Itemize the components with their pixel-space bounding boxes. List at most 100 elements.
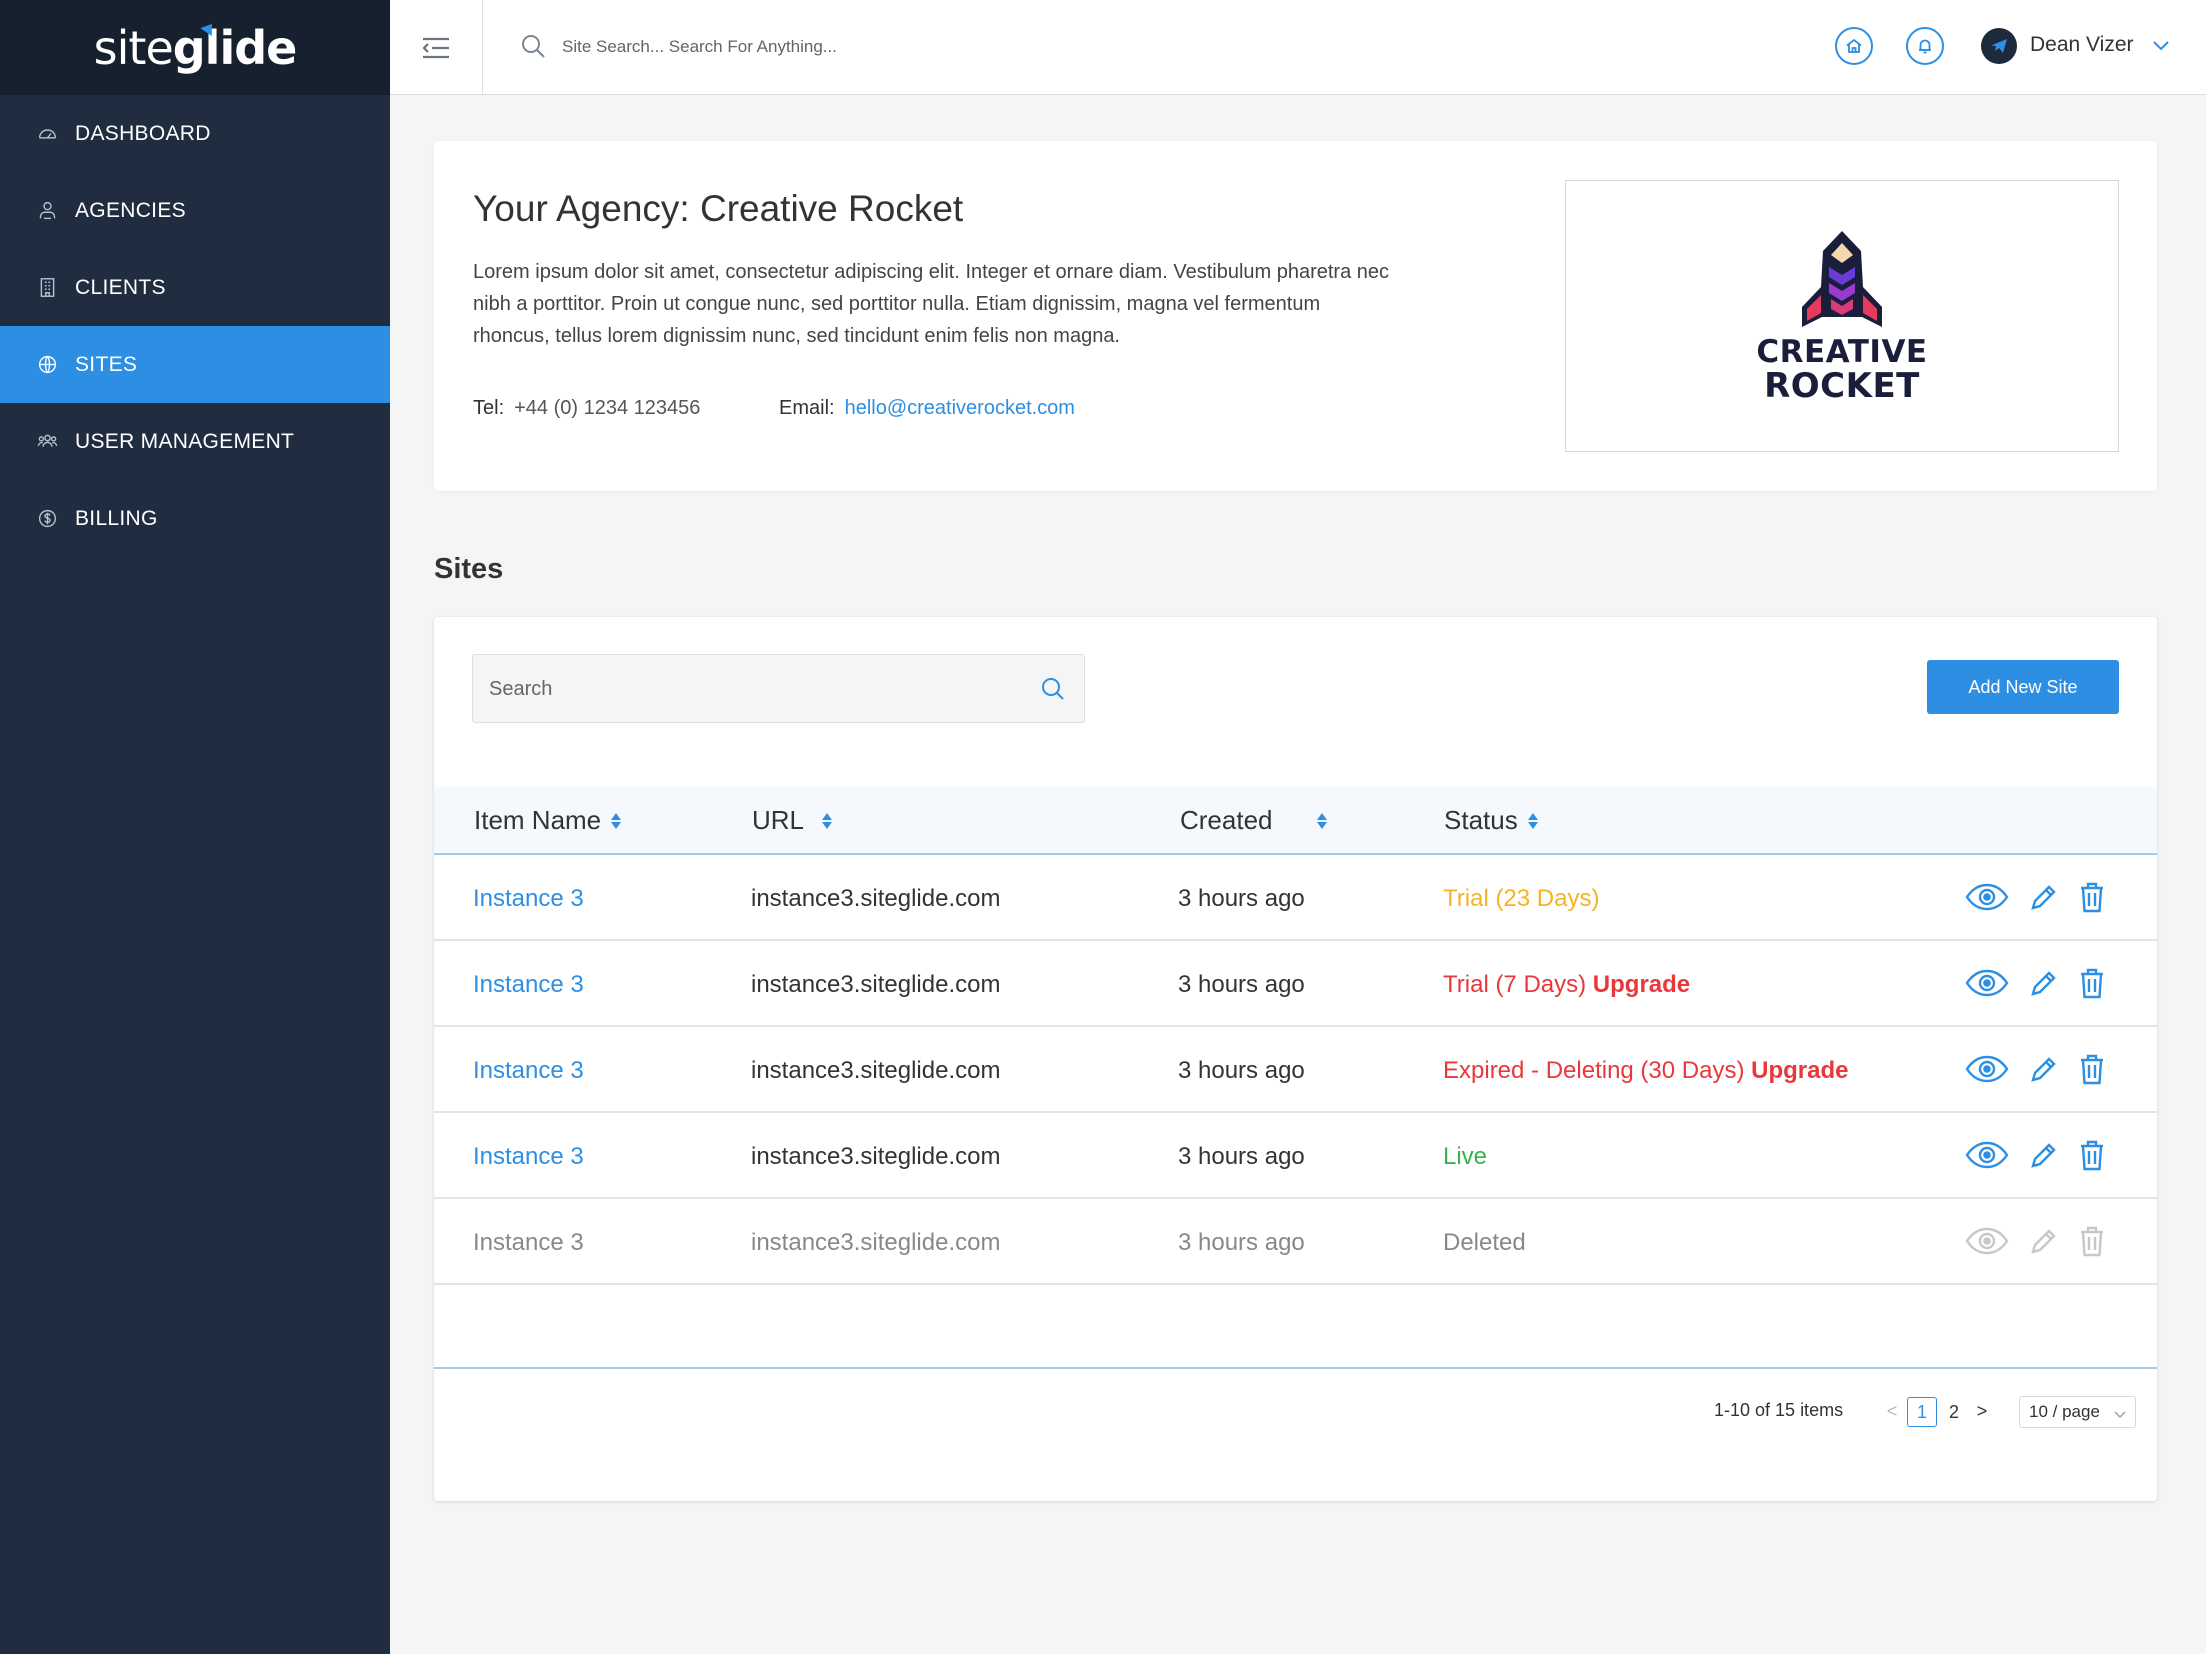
agency-description: Lorem ipsum dolor sit amet, consectetur … <box>473 261 1390 347</box>
home-icon <box>1846 38 1862 53</box>
site-name: Instance 3 <box>473 1229 584 1256</box>
row-actions <box>1965 1051 2107 1087</box>
column-header-created[interactable]: Created <box>1180 805 1327 836</box>
column-header-url[interactable]: URL <box>752 805 833 836</box>
sidebar-item-label: CLIENTS <box>75 275 166 299</box>
pagination-page-1[interactable]: 1 <box>1907 1397 1937 1427</box>
status-text: Deleted <box>1443 1229 1526 1256</box>
paper-plane-icon <box>1991 39 2007 53</box>
sidebar-item-clients[interactable]: CLIENTS <box>0 249 390 326</box>
logo-line-1: CREATIVE <box>1756 334 1928 370</box>
tel-value: +44 (0) 1234 123456 <box>514 397 701 419</box>
email-link[interactable]: hello@creativerocket.com <box>845 397 1075 419</box>
view-eye-icon[interactable] <box>1965 879 2009 915</box>
site-name-link[interactable]: Instance 3 <box>473 971 584 999</box>
sidebar-item-label: BILLING <box>75 506 158 530</box>
edit-pencil-icon[interactable] <box>2027 965 2061 1001</box>
agencies-icon <box>36 200 58 222</box>
sidebar-item-label: USER MANAGEMENT <box>75 429 295 453</box>
sidebar-item-dashboard[interactable]: DASHBOARD <box>0 95 390 172</box>
chevron-down-icon[interactable] <box>2152 38 2170 52</box>
sidebar-item-user-management[interactable]: USER MANAGEMENT <box>0 403 390 480</box>
sidebar-item-agencies[interactable]: AGENCIES <box>0 172 390 249</box>
agency-logo: CREATIVE ROCKET <box>1565 180 2119 452</box>
sites-search-input[interactable] <box>489 673 1009 705</box>
pagination-page-2[interactable]: 2 <box>1942 1397 1966 1427</box>
column-label: Status <box>1444 805 1518 835</box>
search-icon[interactable] <box>1040 676 1066 702</box>
edit-pencil-icon[interactable] <box>2027 879 2061 915</box>
page-size-value: 10 / page <box>2029 1402 2100 1421</box>
sort-icon[interactable] <box>1527 812 1538 829</box>
home-button[interactable] <box>1835 27 1873 65</box>
chevron-down-icon <box>2114 1405 2126 1419</box>
notifications-button[interactable] <box>1906 27 1944 65</box>
sidebar-nav: DASHBOARD AGENCIES CLIENTS SITES USER MA… <box>0 95 390 557</box>
sidebar-item-sites[interactable]: SITES <box>0 326 390 403</box>
status-text: Trial (23 Days) <box>1443 885 1600 912</box>
delete-trash-icon[interactable] <box>2077 879 2107 915</box>
dashboard-icon <box>36 123 58 145</box>
user-name[interactable]: Dean Vizer <box>2030 33 2134 57</box>
site-name-link[interactable]: Instance 3 <box>473 1143 584 1171</box>
agency-email: Email: hello@creativerocket.com <box>779 397 1075 420</box>
sort-icon[interactable] <box>1316 812 1327 829</box>
delete-trash-icon[interactable] <box>2077 1051 2107 1087</box>
add-new-site-button[interactable]: Add New Site <box>1927 660 2119 714</box>
column-label: URL <box>752 805 805 835</box>
sidebar-item-label: AGENCIES <box>75 198 186 222</box>
delete-trash-icon <box>2077 1223 2107 1259</box>
collapse-menu-icon <box>422 37 449 58</box>
dollar-icon <box>36 508 58 530</box>
view-eye-icon[interactable] <box>1965 965 2009 1001</box>
search-icon[interactable] <box>520 33 546 59</box>
site-url: instance3.siteglide.com <box>751 1229 1001 1256</box>
top-bar: Dean Vizer <box>390 0 2206 95</box>
upgrade-link[interactable]: Upgrade <box>1593 971 1690 998</box>
edit-pencil-icon[interactable] <box>2027 1137 2061 1173</box>
delete-trash-icon[interactable] <box>2077 965 2107 1001</box>
logo-area[interactable]: siteglide <box>0 0 390 95</box>
building-icon <box>36 277 58 299</box>
global-search-input[interactable] <box>562 28 1162 66</box>
table-row: Instance 3 instance3.siteglide.com 3 hou… <box>434 1027 2157 1113</box>
sidebar-item-billing[interactable]: BILLING <box>0 480 390 557</box>
sites-heading: Sites <box>434 553 504 585</box>
agency-tel: Tel: +44 (0) 1234 123456 <box>473 397 700 420</box>
column-header-status[interactable]: Status <box>1444 805 1538 836</box>
site-name-link[interactable]: Instance 3 <box>473 1057 584 1085</box>
sort-icon[interactable] <box>611 812 622 829</box>
column-label: Created <box>1180 805 1273 835</box>
sort-icon[interactable] <box>822 812 833 829</box>
row-actions <box>1965 965 2107 1001</box>
column-header-item-name[interactable]: Item Name <box>474 805 622 836</box>
sidebar-item-label: SITES <box>75 352 138 376</box>
agency-card: Your Agency: Creative Rocket Lorem ipsum… <box>434 141 2157 491</box>
delete-trash-icon[interactable] <box>2077 1137 2107 1173</box>
rocket-icon <box>1802 231 1882 327</box>
site-status: Expired - Deleting (30 Days) Upgrade <box>1443 1057 1848 1085</box>
user-avatar[interactable] <box>1981 28 2017 64</box>
site-created: 3 hours ago <box>1178 1229 1305 1256</box>
edit-pencil-icon <box>2027 1223 2061 1259</box>
pagination-prev-button[interactable]: < <box>1884 1397 1900 1425</box>
status-text: Trial (7 Days) <box>1443 971 1587 998</box>
table-row: Instance 3 instance3.siteglide.com 3 hou… <box>434 941 2157 1027</box>
pagination-next-button[interactable]: > <box>1974 1397 1990 1425</box>
upgrade-link[interactable]: Upgrade <box>1751 1057 1848 1084</box>
site-name-link[interactable]: Instance 3 <box>473 885 584 913</box>
view-eye-icon[interactable] <box>1965 1137 2009 1173</box>
page-size-select[interactable]: 10 / page <box>2019 1396 2136 1428</box>
sidebar: siteglide DASHBOARD AGENCIES CLIENTS SIT… <box>0 0 390 1654</box>
column-label: Item Name <box>474 805 602 835</box>
table-row: Instance 3 instance3.siteglide.com 3 hou… <box>434 1199 2157 1285</box>
menu-toggle-button[interactable] <box>390 0 483 95</box>
site-created: 3 hours ago <box>1178 971 1305 998</box>
view-eye-icon[interactable] <box>1965 1051 2009 1087</box>
siteglide-logo[interactable]: siteglide <box>94 19 298 75</box>
edit-pencil-icon[interactable] <box>2027 1051 2061 1087</box>
site-url: instance3.siteglide.com <box>751 885 1001 912</box>
sites-search <box>472 654 1085 723</box>
logo-suffix: glide <box>172 20 298 75</box>
view-eye-icon <box>1965 1223 2009 1259</box>
